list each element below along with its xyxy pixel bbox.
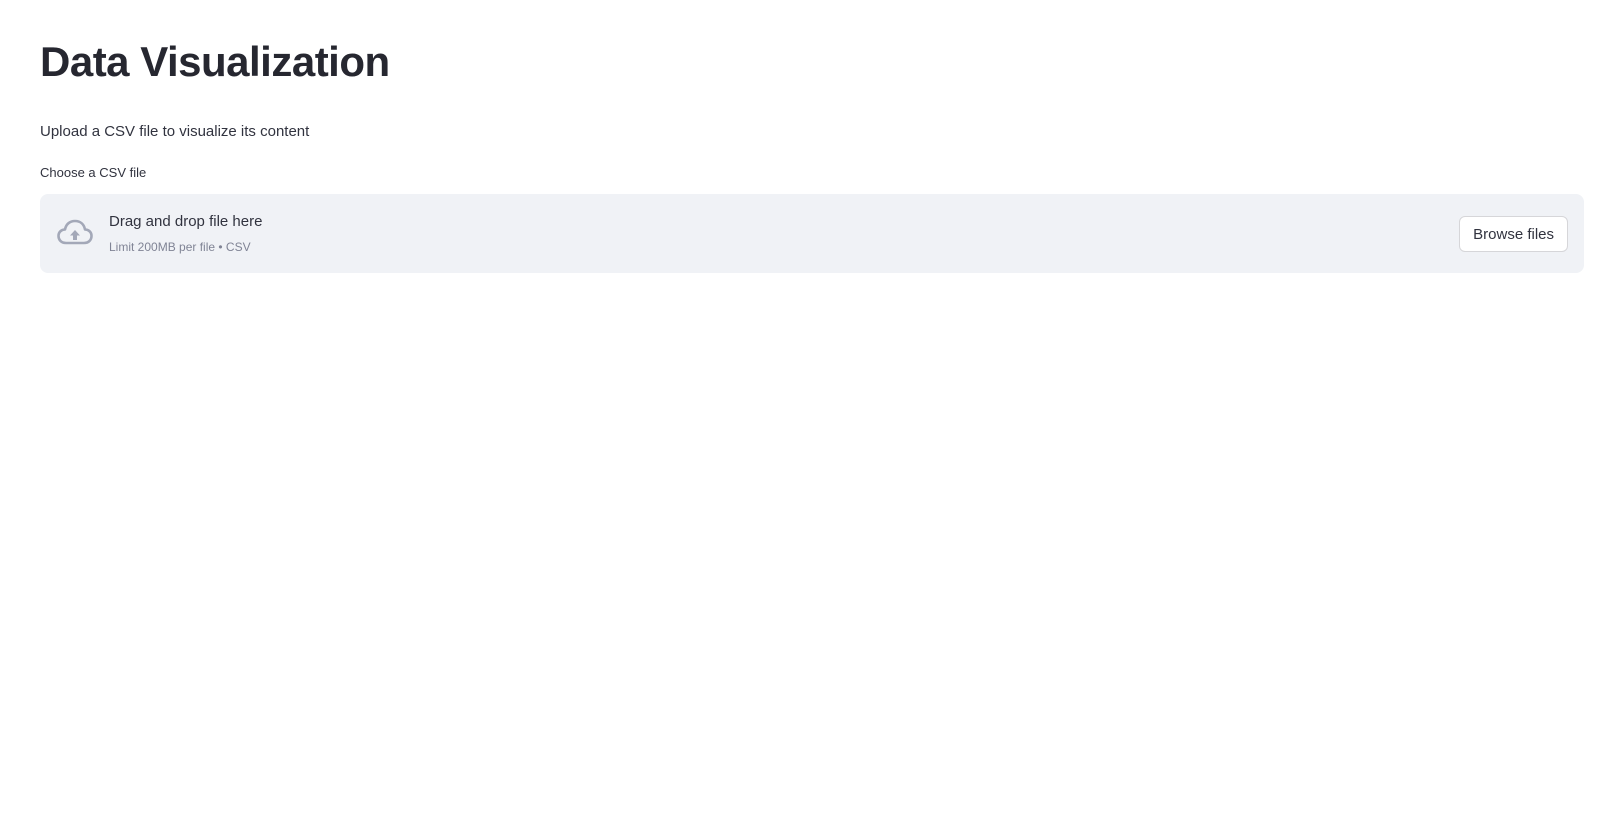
cloud-upload-icon <box>57 219 93 245</box>
page-description: Upload a CSV file to visualize its conte… <box>40 123 310 140</box>
dropzone-instructions: Drag and drop file here Limit 200MB per … <box>109 212 262 255</box>
file-dropzone[interactable]: Drag and drop file here Limit 200MB per … <box>40 194 1584 273</box>
file-uploader-label: Choose a CSV file <box>40 165 147 180</box>
page-title: Data Visualization <box>40 38 390 85</box>
browse-files-button[interactable]: Browse files <box>1459 216 1568 252</box>
dropzone-title: Drag and drop file here <box>109 213 263 230</box>
dropzone-limit-text: Limit 200MB per file • CSV <box>109 240 251 254</box>
